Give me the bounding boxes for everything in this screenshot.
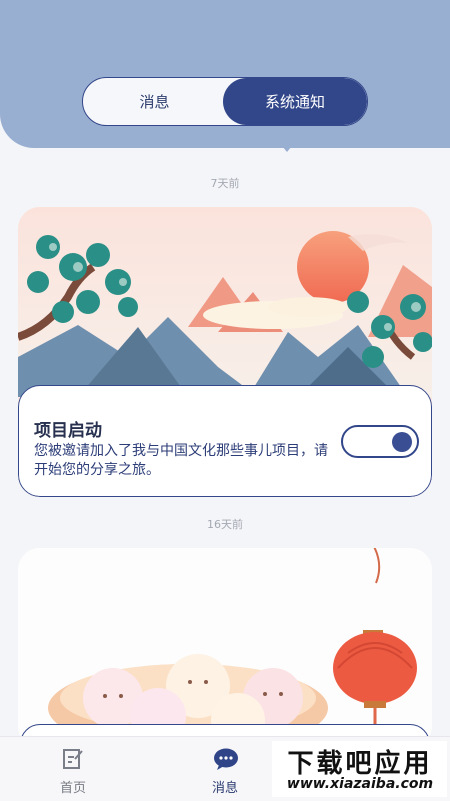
notification-title: 项目启动 [34, 421, 102, 441]
toggle-knob [392, 432, 412, 452]
nav-messages-label: 消息 [211, 781, 238, 796]
nav-home-label: 首页 [59, 781, 86, 796]
edit-note-icon [63, 749, 83, 769]
watermark-url: www.xiazaiba.com [286, 776, 434, 792]
lantern-tangyuan-illustration [18, 548, 432, 748]
tab-indicator-notch [282, 146, 292, 152]
watermark-brand: 下载吧应用 [287, 749, 433, 779]
notification-description: 您被邀请加入了我与中国文化那些事儿项目，请开始您的分享之旅。 [34, 443, 328, 478]
tab-switcher: 消息 系统通知 [82, 77, 368, 126]
notification-time: 7天前 [210, 177, 240, 190]
tab-messages[interactable]: 消息 [83, 78, 226, 125]
tab-system-notifications[interactable]: 系统通知 [223, 78, 367, 125]
guofeng-landscape-illustration [18, 207, 432, 397]
notification-panel: 项目启动 您被邀请加入了我与中国文化那些事儿项目，请开始您的分享之旅。 [18, 385, 432, 497]
notification-card[interactable] [18, 548, 432, 748]
watermark-logo: 下载吧应用 www.xiazaiba.com [272, 741, 447, 797]
nav-home[interactable]: 首页 [33, 737, 113, 801]
notification-time: 16天前 [207, 518, 243, 531]
notification-card[interactable]: 项目启动 您被邀请加入了我与中国文化那些事儿项目，请开始您的分享之旅。 [18, 207, 432, 497]
notification-toggle[interactable] [341, 425, 419, 458]
nav-messages[interactable]: 消息 [185, 737, 265, 801]
chat-bubble-icon [214, 748, 238, 770]
